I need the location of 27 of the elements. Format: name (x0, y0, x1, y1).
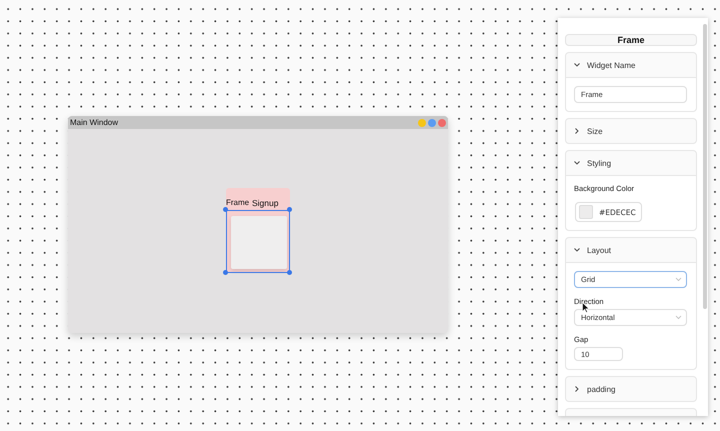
frame-label: Frame (226, 198, 250, 207)
chevron-right-icon (574, 128, 580, 134)
resize-handle[interactable] (287, 207, 292, 212)
resize-handle[interactable] (223, 207, 228, 212)
color-swatch (579, 205, 593, 219)
chevron-down-icon (574, 247, 580, 253)
resize-handle[interactable] (287, 270, 292, 275)
chevron-right-icon (574, 386, 580, 392)
chevron-down-icon (574, 62, 580, 68)
selection-outline[interactable] (226, 210, 290, 273)
close-button[interactable] (438, 118, 446, 126)
panel-title: Frame (565, 34, 697, 46)
chevron-down-icon (675, 315, 682, 320)
maximize-button[interactable] (428, 118, 436, 126)
frame-widget[interactable]: Frame Signup (226, 188, 290, 273)
chevron-down-icon (574, 160, 580, 166)
section-title: Size (587, 126, 603, 136)
section-header[interactable]: padding (566, 377, 696, 401)
section-header[interactable]: Size (566, 119, 696, 143)
section-title: Styling (587, 158, 612, 168)
section-title: Layout (587, 246, 612, 254)
chevron-down-icon (675, 277, 682, 282)
widget-label: Signup (252, 198, 278, 208)
resize-handle[interactable] (223, 270, 228, 275)
window-title: Main Window (70, 118, 120, 127)
section-title: padding (587, 384, 616, 394)
section-title: Widget Name (587, 60, 636, 70)
